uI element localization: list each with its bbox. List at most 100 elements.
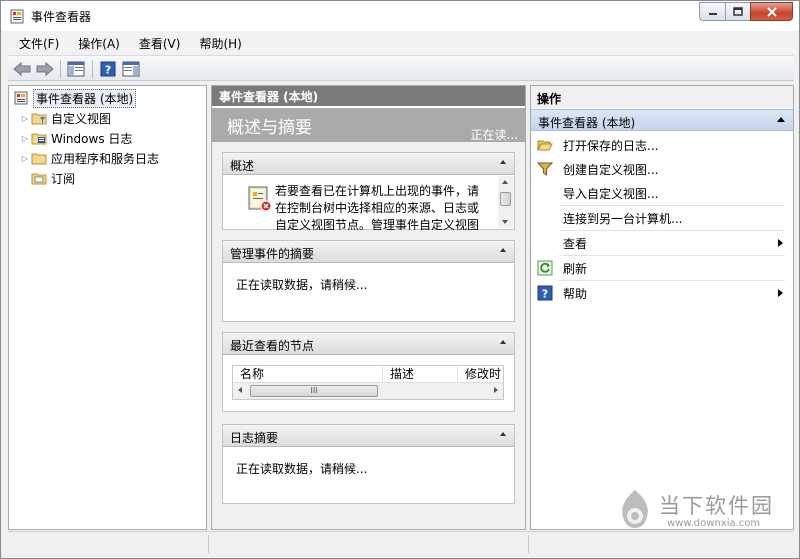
actions-group-label: 事件查看器 (本地) [538,116,636,130]
action-open-saved-log[interactable]: 打开保存的日志... [531,133,793,157]
tree-item-windows-logs[interactable]: ▷ Windows 日志 [19,129,132,147]
grid-horizontal-scrollbar[interactable]: III [233,383,503,399]
overview-banner: 概述与摘要 正在读... [212,108,525,142]
action-refresh[interactable]: 刷新 [531,256,793,280]
action-connect-another-computer[interactable]: 连接到另一台计算机... [531,206,793,230]
banner-title: 概述与摘要 [227,118,312,138]
svg-text:?: ? [542,288,548,301]
tree-item-custom-views[interactable]: ▷ 自定义视图 [19,109,111,127]
recent-nodes-section: 最近查看的节点 名称 描述 修改时 III [222,332,515,412]
expand-arrow-icon[interactable]: ▷ [19,134,31,143]
center-pane: 事件查看器 (本地) 概述与摘要 正在读... 概述 若要查看已在计算机上出现的… [211,85,526,530]
overview-section: 概述 若要查看已在计算机上出现的事件，请在控制台树中选择相应的来源、日志或自定义… [222,152,515,230]
custom-view-folder-icon [31,113,47,125]
scroll-thumb[interactable] [500,192,511,206]
toolbar: ? [8,55,794,81]
window-title: 事件查看器 [31,10,92,24]
action-create-custom-view[interactable]: 创建自定义视图... [531,157,793,181]
overview-scrollbar[interactable] [498,176,513,228]
collapse-caret-icon[interactable] [500,160,506,164]
window-controls [699,2,793,22]
scroll-down-icon[interactable] [502,220,508,224]
collapse-caret-icon[interactable] [777,117,785,122]
help-toolbar-button[interactable]: ? [98,59,118,79]
show-hide-tree-button[interactable] [66,59,86,79]
maximize-icon [733,7,743,16]
overview-section-header[interactable]: 概述 [223,153,514,175]
help-icon: ? [100,61,116,77]
admin-summary-header[interactable]: 管理事件的摘要 [223,241,514,263]
column-name[interactable]: 名称 [233,366,383,382]
menu-help[interactable]: 帮助(H) [188,35,249,52]
status-divider [208,535,209,553]
recent-nodes-grid: 名称 描述 修改时 III [232,365,504,400]
menu-view[interactable]: 查看(V) [128,35,189,52]
downxia-watermark: 当下软件园 www.downxia.com [615,484,795,544]
scroll-thumb[interactable]: III [250,385,378,397]
maximize-button[interactable] [725,2,750,21]
close-icon [766,6,777,17]
actions-header: 操作 [531,86,793,108]
toolbar-separator [60,60,61,78]
recent-nodes-header[interactable]: 最近查看的节点 [223,333,514,355]
action-label: 连接到另一台计算机... [563,211,683,226]
action-view[interactable]: 查看 [531,231,793,255]
collapse-caret-icon[interactable] [500,248,506,252]
collapse-caret-icon[interactable] [500,432,506,436]
action-icon-placeholder [537,210,553,226]
log-summary-header[interactable]: 日志摘要 [223,425,514,447]
summary-scroll-area[interactable]: 概述 若要查看已在计算机上出现的事件，请在控制台树中选择相应的来源、日志或自定义… [212,142,525,529]
scroll-left-icon[interactable] [238,387,242,393]
actions-group-event-viewer[interactable]: 事件查看器 (本地) [531,109,793,131]
show-hide-action-pane-button[interactable] [121,59,141,79]
section-title: 概述 [230,159,255,173]
action-label: 打开保存的日志... [563,138,659,153]
console-tree-pane: 事件查看器 (本地) ▷ 自定义视图 ▷ Windows 日志 ▷ 应用程序和服… [8,85,207,530]
tree-item-label: 订阅 [51,171,76,186]
loading-text: 正在读取数据，请稍候... [236,462,368,476]
action-label: 帮助 [563,286,588,301]
tree-root-event-viewer[interactable]: 事件查看器 (本地) [13,88,137,108]
action-icon-placeholder [537,235,553,251]
banner-status: 正在读... [470,128,518,142]
scroll-right-icon[interactable] [494,387,498,393]
back-button[interactable] [12,59,32,79]
menu-file[interactable]: 文件(F) [8,35,67,52]
subscription-icon [31,173,47,185]
action-help[interactable]: ? 帮助 [531,281,793,305]
minimize-button[interactable] [699,2,725,21]
forward-button[interactable] [35,59,55,79]
menu-action[interactable]: 操作(A) [67,35,128,52]
action-label: 导入自定义视图... [563,186,659,201]
tree-item-subscriptions[interactable]: 订阅 [19,169,75,187]
open-folder-icon [537,137,553,153]
title-bar[interactable]: 事件查看器 [1,1,799,31]
expand-arrow-icon[interactable]: ▷ [19,154,31,163]
show-hide-action-pane-icon [122,61,140,77]
refresh-icon [537,260,553,276]
column-description[interactable]: 描述 [383,366,458,382]
menu-bar: 文件(F) 操作(A) 查看(V) 帮助(H) [8,32,794,54]
windows-logs-folder-icon [31,133,47,145]
tree-item-label: Windows 日志 [51,131,133,146]
action-import-custom-view[interactable]: 导入自定义视图... [531,181,793,205]
folder-icon [31,153,47,165]
actions-pane: 操作 事件查看器 (本地) 打开保存的日志... 创建自定义视图... 导入自定… [530,85,794,530]
event-log-book-icon [248,186,272,212]
close-button[interactable] [750,2,793,21]
status-divider [528,535,529,553]
grid-header: 名称 描述 修改时 [233,366,503,383]
column-modified[interactable]: 修改时 [458,366,503,382]
tree-item-app-service-logs[interactable]: ▷ 应用程序和服务日志 [19,149,159,167]
section-title: 最近查看的节点 [230,339,315,353]
tree-root-label: 事件查看器 (本地) [33,88,137,108]
watermark-title: 当下软件园 [659,494,774,518]
toolbar-separator [92,60,93,78]
expand-arrow-icon[interactable]: ▷ [19,114,31,123]
action-label: 刷新 [563,261,588,276]
help-icon: ? [537,285,553,301]
submenu-arrow-icon [778,289,783,297]
collapse-caret-icon[interactable] [500,340,506,344]
event-viewer-window: 事件查看器 文件(F) 操作(A) 查看(V) 帮助(H) ? 事件查看器 (本… [0,0,800,559]
scroll-up-icon[interactable] [502,180,508,184]
